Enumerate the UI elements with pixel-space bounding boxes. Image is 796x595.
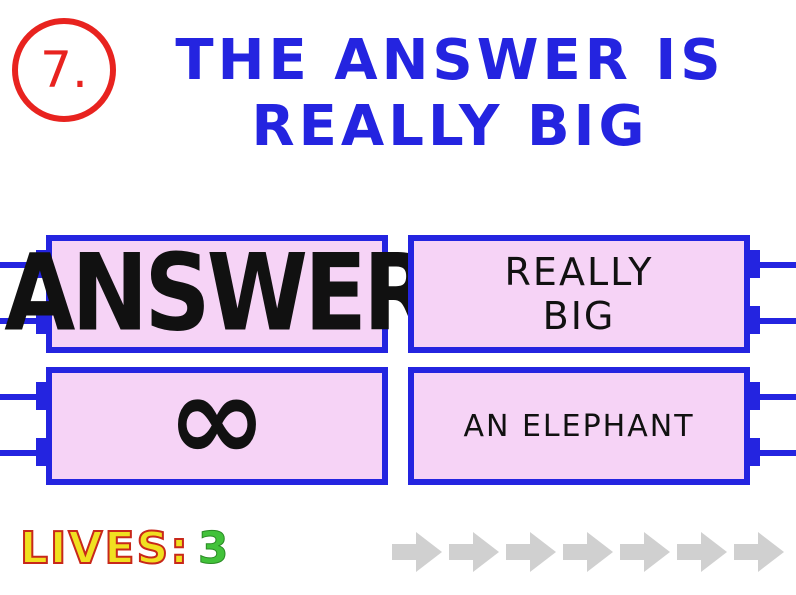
answer-label-1: ANSWER [4,231,434,355]
answer-label-2: REALLY BIG [504,250,654,338]
progress-arrow-icon [563,532,613,572]
lives-value: 3 [197,523,231,575]
answer-button-3[interactable]: ∞ [46,360,388,485]
progress-arrow-icon [734,532,784,572]
answer-label-4: AN ELEPHANT [463,408,695,444]
question-number: 7. [40,41,88,99]
progress-arrow-icon [392,532,442,572]
answer-button-4[interactable]: AN ELEPHANT [408,367,750,485]
progress-arrows [390,530,789,574]
answer-button-1[interactable]: ANSWER [4,235,434,353]
progress-arrow-icon [620,532,670,572]
progress-arrow-icon [677,532,727,572]
progress-arrow-icon [506,532,556,572]
lives-label: LIVES: [19,522,190,575]
answer-button-2[interactable]: REALLY BIG [408,235,750,353]
question-text: THE ANSWER IS REALLY BIG [175,28,725,159]
lives-counter: LIVES: 3 [19,522,231,576]
answer-label-3: ∞ [167,350,267,489]
question-number-badge: 7. [12,18,116,122]
progress-arrow-icon [449,532,499,572]
